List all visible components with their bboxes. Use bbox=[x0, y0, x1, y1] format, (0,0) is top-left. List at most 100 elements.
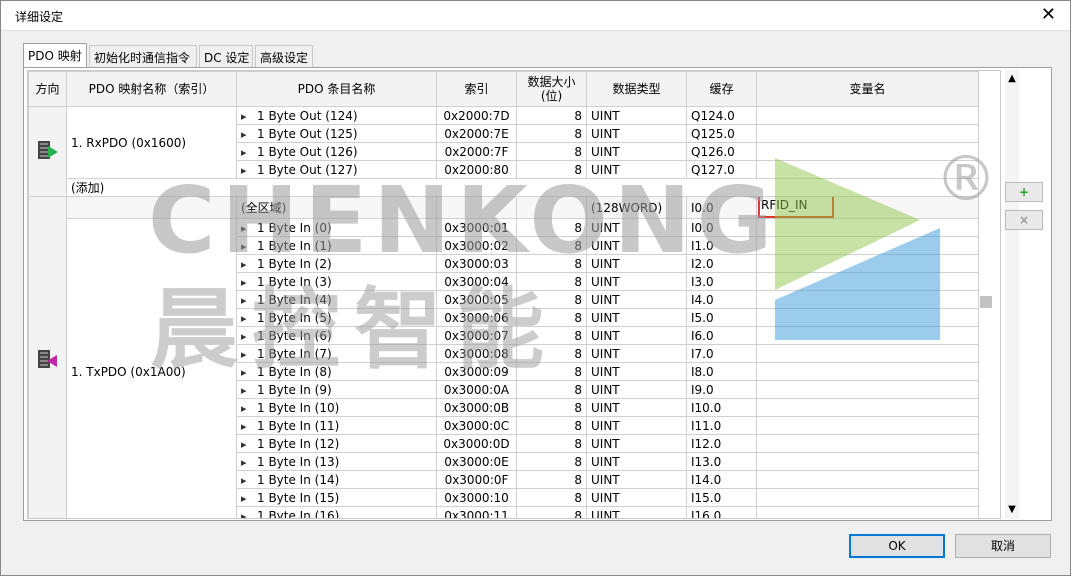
entry-index: 0x3000:0D bbox=[436, 434, 517, 453]
entry-size: 8 bbox=[516, 380, 587, 399]
entry-name[interactable]: 1 Byte In (4) bbox=[236, 290, 437, 309]
entry-type: UINT bbox=[586, 124, 687, 143]
entry-buffer: I16.0 bbox=[686, 506, 757, 518]
entry-variable[interactable] bbox=[756, 272, 979, 291]
ok-button[interactable]: OK bbox=[849, 534, 945, 558]
entry-name[interactable]: 1 Byte Out (124) bbox=[236, 106, 437, 125]
entry-variable[interactable] bbox=[756, 160, 979, 179]
tab-pdo-mapping[interactable]: PDO 映射 bbox=[23, 43, 87, 67]
scroll-down-icon[interactable]: ▼ bbox=[1005, 503, 1019, 517]
col-data-size[interactable]: 数据大小(位) bbox=[516, 71, 587, 107]
entry-variable[interactable] bbox=[756, 398, 979, 417]
entry-index: 0x2000:7E bbox=[436, 124, 517, 143]
entry-type: UINT bbox=[586, 308, 687, 327]
entry-name[interactable]: 1 Byte In (7) bbox=[236, 344, 437, 363]
entry-size: 8 bbox=[516, 506, 587, 518]
entry-index: 0x3000:01 bbox=[436, 218, 517, 237]
entry-variable[interactable] bbox=[756, 452, 979, 471]
tab-dc-settings[interactable]: DC 设定 bbox=[199, 45, 253, 67]
entry-size: 8 bbox=[516, 398, 587, 417]
rx-group-name[interactable]: 1. RxPDO (0x1600) bbox=[66, 106, 237, 179]
entry-name[interactable]: 1 Byte In (2) bbox=[236, 254, 437, 273]
entry-size: 8 bbox=[516, 434, 587, 453]
entry-name[interactable]: 1 Byte In (13) bbox=[236, 452, 437, 471]
add-pdo-button[interactable]: + bbox=[1005, 182, 1043, 202]
entry-type: UINT bbox=[586, 142, 687, 161]
entry-buffer: I5.0 bbox=[686, 308, 757, 327]
tx-group-name[interactable]: 1. TxPDO (0x1A00) bbox=[66, 218, 237, 518]
add-entry-label[interactable]: (添加) bbox=[66, 178, 979, 197]
region-variable-cell[interactable]: RFID_IN bbox=[756, 196, 979, 219]
entry-size: 8 bbox=[516, 218, 587, 237]
entry-variable[interactable] bbox=[756, 124, 979, 143]
table-row[interactable]: 1. TxPDO (0x1A00)1 Byte In (0)0x3000:018… bbox=[29, 218, 979, 518]
col-variable-name[interactable]: 变量名 bbox=[756, 71, 979, 107]
entry-name[interactable]: 1 Byte In (12) bbox=[236, 434, 437, 453]
entry-buffer: I6.0 bbox=[686, 326, 757, 345]
col-entry-name[interactable]: PDO 条目名称 bbox=[236, 71, 437, 107]
entry-size: 8 bbox=[516, 470, 587, 489]
entry-name[interactable]: 1 Byte In (10) bbox=[236, 398, 437, 417]
entry-name[interactable]: 1 Byte In (16) bbox=[236, 506, 437, 518]
entry-name[interactable]: 1 Byte Out (127) bbox=[236, 160, 437, 179]
entry-variable[interactable] bbox=[756, 362, 979, 381]
entry-name[interactable]: 1 Byte In (5) bbox=[236, 308, 437, 327]
close-icon[interactable]: ✕ bbox=[1041, 5, 1056, 25]
rfid-variable-name[interactable]: RFID_IN bbox=[758, 197, 834, 218]
entry-name[interactable]: 1 Byte In (0) bbox=[236, 218, 437, 237]
col-data-type[interactable]: 数据类型 bbox=[586, 71, 687, 107]
entry-variable[interactable] bbox=[756, 106, 979, 125]
region-name[interactable]: (全区域) bbox=[236, 196, 437, 219]
entry-variable[interactable] bbox=[756, 434, 979, 453]
entry-variable[interactable] bbox=[756, 470, 979, 489]
entry-variable[interactable] bbox=[756, 142, 979, 161]
region-row[interactable]: (全区域) (128WORD) I0.0 RFID_IN bbox=[28, 196, 979, 518]
col-direction[interactable]: 方向 bbox=[28, 71, 67, 107]
entry-size: 8 bbox=[516, 488, 587, 507]
entry-name[interactable]: 1 Byte In (1) bbox=[236, 236, 437, 255]
tab-advanced[interactable]: 高级设定 bbox=[255, 45, 313, 67]
entry-variable[interactable] bbox=[756, 326, 979, 345]
entry-variable[interactable] bbox=[756, 308, 979, 327]
entry-name[interactable]: 1 Byte In (3) bbox=[236, 272, 437, 291]
entry-size: 8 bbox=[516, 142, 587, 161]
entry-variable[interactable] bbox=[756, 416, 979, 435]
entry-variable[interactable] bbox=[756, 218, 979, 237]
entry-name[interactable]: 1 Byte In (14) bbox=[236, 470, 437, 489]
cancel-button[interactable]: 取消 bbox=[955, 534, 1051, 558]
tab-init-commands[interactable]: 初始化时通信指令 bbox=[89, 45, 197, 67]
col-mapping-name[interactable]: PDO 映射名称（索引） bbox=[66, 71, 237, 107]
entry-name[interactable]: 1 Byte In (9) bbox=[236, 380, 437, 399]
entry-variable[interactable] bbox=[756, 344, 979, 363]
entry-index: 0x3000:05 bbox=[436, 290, 517, 309]
entry-name[interactable]: 1 Byte In (15) bbox=[236, 488, 437, 507]
entry-name[interactable]: 1 Byte In (6) bbox=[236, 326, 437, 345]
remove-pdo-button[interactable]: × bbox=[1005, 210, 1043, 230]
vertical-scrollbar[interactable]: ▲ ▼ bbox=[1005, 70, 1019, 519]
entry-name[interactable]: 1 Byte Out (125) bbox=[236, 124, 437, 143]
entry-variable[interactable] bbox=[756, 236, 979, 255]
entry-type: UINT bbox=[586, 160, 687, 179]
scroll-up-icon[interactable]: ▲ bbox=[1005, 72, 1019, 86]
entry-size: 8 bbox=[516, 124, 587, 143]
entry-index: 0x3000:08 bbox=[436, 344, 517, 363]
entry-type: UINT bbox=[586, 416, 687, 435]
entry-variable[interactable] bbox=[756, 290, 979, 309]
add-row[interactable]: (添加) bbox=[29, 178, 979, 197]
col-buffer[interactable]: 缓存 bbox=[686, 71, 757, 107]
entry-type: UINT bbox=[586, 290, 687, 309]
table-row[interactable]: 1. RxPDO (0x1600) 1 Byte Out (124) 0x200… bbox=[28, 106, 979, 197]
entry-size: 8 bbox=[516, 272, 587, 291]
entry-type: UINT bbox=[586, 326, 687, 345]
entry-name[interactable]: 1 Byte In (11) bbox=[236, 416, 437, 435]
rx-direction-cell bbox=[28, 106, 67, 197]
entry-name[interactable]: 1 Byte In (8) bbox=[236, 362, 437, 381]
col-index[interactable]: 索引 bbox=[436, 71, 517, 107]
entry-name[interactable]: 1 Byte Out (126) bbox=[236, 142, 437, 161]
entry-variable[interactable] bbox=[756, 488, 979, 507]
entry-variable[interactable] bbox=[756, 506, 979, 518]
entry-variable[interactable] bbox=[756, 254, 979, 273]
entry-index: 0x3000:10 bbox=[436, 488, 517, 507]
entry-variable[interactable] bbox=[756, 380, 979, 399]
region-type: (128WORD) bbox=[586, 196, 687, 219]
